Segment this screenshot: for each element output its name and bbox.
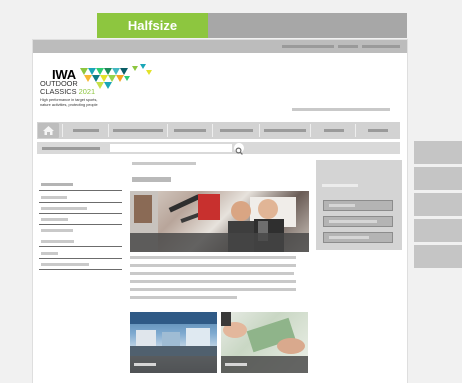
logo-tagline-2: nature activities, protecting people <box>40 103 98 107</box>
sidebar-item[interactable] <box>41 218 68 221</box>
right-panel-button-label <box>329 220 377 223</box>
sidebar-item[interactable] <box>41 229 73 232</box>
teaser-line <box>130 288 296 291</box>
right-panel-button-1[interactable] <box>323 200 393 211</box>
nav-item-5[interactable] <box>264 129 306 132</box>
sidebar-divider <box>39 190 122 191</box>
header-meta-line <box>292 108 390 111</box>
tab-halfsize[interactable]: Halfsize <box>97 13 208 38</box>
top-link-3[interactable] <box>362 45 400 48</box>
side-stub-5[interactable] <box>414 245 462 268</box>
news-image-2[interactable] <box>221 312 308 373</box>
logo-line-classics-text: CLASSICS <box>40 87 77 96</box>
teaser-line <box>130 296 237 299</box>
side-stub-4[interactable] <box>414 219 462 242</box>
top-link-1[interactable] <box>282 45 334 48</box>
nav-separator <box>108 124 109 137</box>
sidebar-item[interactable] <box>41 252 58 255</box>
sidebar-divider <box>39 224 122 225</box>
sidebar-item[interactable] <box>41 207 87 210</box>
nav-separator <box>310 124 311 137</box>
nav-separator <box>62 124 63 137</box>
right-panel-button-2[interactable] <box>323 216 393 227</box>
sidebar-item[interactable] <box>41 263 89 266</box>
iwa-logo[interactable]: IWA OUTDOOR CLASSICS 2021 High performan… <box>40 62 165 112</box>
logo-tagline-1: High performance in target sports, <box>40 98 98 102</box>
nav-item-2[interactable] <box>113 129 163 132</box>
teaser-line <box>130 256 296 259</box>
content-kicker <box>132 162 196 165</box>
right-panel-button-label <box>329 236 369 239</box>
search-input[interactable] <box>110 144 232 152</box>
nav-separator <box>355 124 356 137</box>
sidebar-divider <box>39 269 122 270</box>
news-caption-2 <box>221 356 308 373</box>
nav-item-1[interactable] <box>73 129 99 132</box>
top-link-2[interactable] <box>338 45 358 48</box>
sidebar-item[interactable] <box>41 196 67 199</box>
nav-separator <box>167 124 168 137</box>
teaser-line <box>130 280 296 283</box>
nav-item-4[interactable] <box>220 129 253 132</box>
nav-separator <box>259 124 260 137</box>
news-caption-1 <box>130 356 217 373</box>
home-icon <box>43 126 54 135</box>
news-image-1[interactable] <box>130 312 217 373</box>
search-icon <box>235 147 243 155</box>
nav-item-7[interactable] <box>368 129 388 132</box>
nav-home-button[interactable] <box>38 123 59 138</box>
teaser-line <box>130 272 294 275</box>
sidebar-divider <box>39 213 122 214</box>
hero-caption <box>130 233 309 252</box>
right-panel-heading <box>322 184 358 187</box>
logo-triangles-icon <box>80 64 152 89</box>
sidebar-divider <box>39 202 122 203</box>
side-stub-2[interactable] <box>414 167 462 190</box>
search-button[interactable] <box>234 143 244 155</box>
nav-item-3[interactable] <box>174 129 206 132</box>
sidebar-divider <box>39 258 122 259</box>
sidebar-item[interactable] <box>41 240 74 243</box>
right-panel-button-3[interactable] <box>323 232 393 243</box>
breadcrumb[interactable] <box>42 147 100 150</box>
caption-text-line <box>134 363 156 366</box>
caption-text-line <box>225 363 247 366</box>
tab-fullsize-placeholder[interactable] <box>208 13 407 38</box>
hero-image[interactable] <box>130 191 309 252</box>
side-stub-1[interactable] <box>414 141 462 164</box>
content-title <box>132 177 171 182</box>
side-stub-3[interactable] <box>414 193 462 216</box>
nav-separator <box>212 124 213 137</box>
teaser-line <box>130 264 296 267</box>
right-panel-button-label <box>329 204 355 207</box>
sidebar-heading <box>41 183 73 186</box>
sidebar-divider <box>39 246 122 247</box>
nav-item-6[interactable] <box>324 129 344 132</box>
